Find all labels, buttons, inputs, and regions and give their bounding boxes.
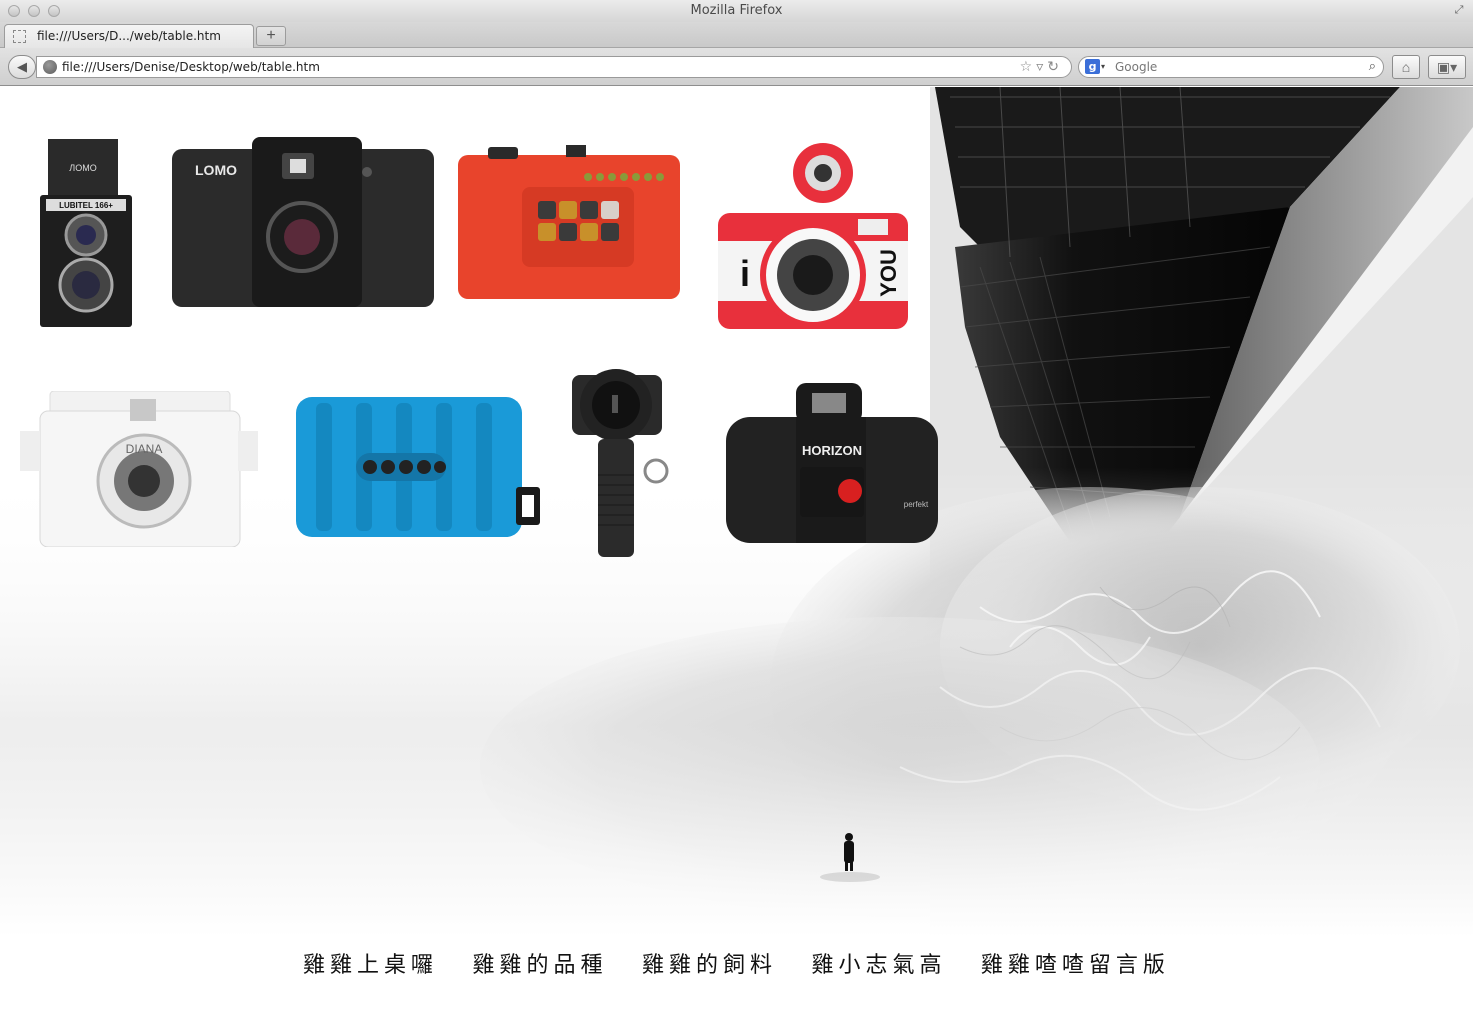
nav-link-chicken-feed[interactable]: 雞雞的飼料 <box>642 947 777 979</box>
tab-label: file:///Users/D.../web/table.htm <box>37 29 221 43</box>
camera-lomo-lca[interactable]: LOMO <box>172 137 434 307</box>
nav-link-small-chicken-ambition[interactable]: 雞小志氣高 <box>811 947 946 979</box>
fisheye-i-glyph: i <box>740 253 750 294</box>
search-icon[interactable]: ⌕ <box>1369 57 1376 77</box>
horizon-model-text: perfekt <box>904 500 929 509</box>
zoom-window-button[interactable] <box>48 5 60 17</box>
new-tab-button[interactable]: + <box>256 26 286 46</box>
camera-lubitel[interactable]: ЛОМО LUBITEL 166+ <box>40 139 132 329</box>
navigation-toolbar: ◀ file:///Users/Denise/Desktop/web/table… <box>0 48 1473 86</box>
back-button[interactable]: ◀ <box>8 55 36 79</box>
search-bar[interactable]: g ▾ Google ⌕ <box>1078 56 1384 78</box>
lomo-brand-text: LOMO <box>195 162 237 178</box>
lubitel-model-text: LUBITEL 166+ <box>59 201 113 210</box>
history-dropdown-icon[interactable]: ▿ <box>1036 59 1047 75</box>
camera-fisheye[interactable]: i YOU <box>718 141 910 333</box>
camera-blue-multilens[interactable] <box>296 397 544 539</box>
camera-horizon-perfekt[interactable]: HORIZON perfekt <box>726 383 938 547</box>
nav-link-chicken-breeds[interactable]: 雞雞的品種 <box>473 947 608 979</box>
globe-icon <box>43 60 57 74</box>
lubitel-brand-text: ЛОМО <box>69 163 96 173</box>
site-navigation: 雞雞上桌囉 雞雞的品種 雞雞的飼料 雞小志氣高 雞雞喳喳留言版 <box>0 947 1473 987</box>
fisheye-you-text: YOU <box>876 249 901 297</box>
home-button[interactable]: ⌂ <box>1392 55 1420 79</box>
window-titlebar: Mozilla Firefox ⤢ <box>0 0 1473 22</box>
fullscreen-icon[interactable]: ⤢ <box>1453 4 1465 16</box>
tab-table-htm[interactable]: file:///Users/D.../web/table.htm <box>4 24 254 48</box>
camera-orange-multilens[interactable] <box>458 145 680 299</box>
camera-diana-mini[interactable]: DIANA <box>20 390 258 548</box>
page-content: ЛОМО LUBITEL 166+ LOMO i YOU DIANA HORIZ… <box>0 87 1473 1027</box>
chevron-down-icon[interactable]: ▾ <box>1101 57 1105 77</box>
camera-spinner[interactable] <box>572 365 672 559</box>
url-text: file:///Users/Denise/Desktop/web/table.h… <box>62 60 320 74</box>
bookmark-star-icon[interactable]: ☆ <box>1020 59 1037 75</box>
minimize-window-button[interactable] <box>28 5 40 17</box>
nav-link-chickens-on-table[interactable]: 雞雞上桌囉 <box>303 947 438 979</box>
window-title: Mozilla Firefox <box>690 3 783 18</box>
reload-icon[interactable]: ↻ <box>1047 59 1063 75</box>
bookmarks-button[interactable]: ▣▾ <box>1428 55 1466 79</box>
horizon-brand-text: HORIZON <box>802 443 862 458</box>
blank-page-icon <box>13 30 26 43</box>
google-icon[interactable]: g <box>1085 59 1100 74</box>
search-placeholder: Google <box>1115 60 1158 74</box>
url-bar[interactable]: file:///Users/Denise/Desktop/web/table.h… <box>36 56 1072 78</box>
diana-text: DIANA <box>126 442 163 456</box>
close-window-button[interactable] <box>8 5 20 17</box>
tab-bar: file:///Users/D.../web/table.htm + <box>0 22 1473 48</box>
nav-link-guestbook[interactable]: 雞雞喳喳留言版 <box>981 947 1170 979</box>
